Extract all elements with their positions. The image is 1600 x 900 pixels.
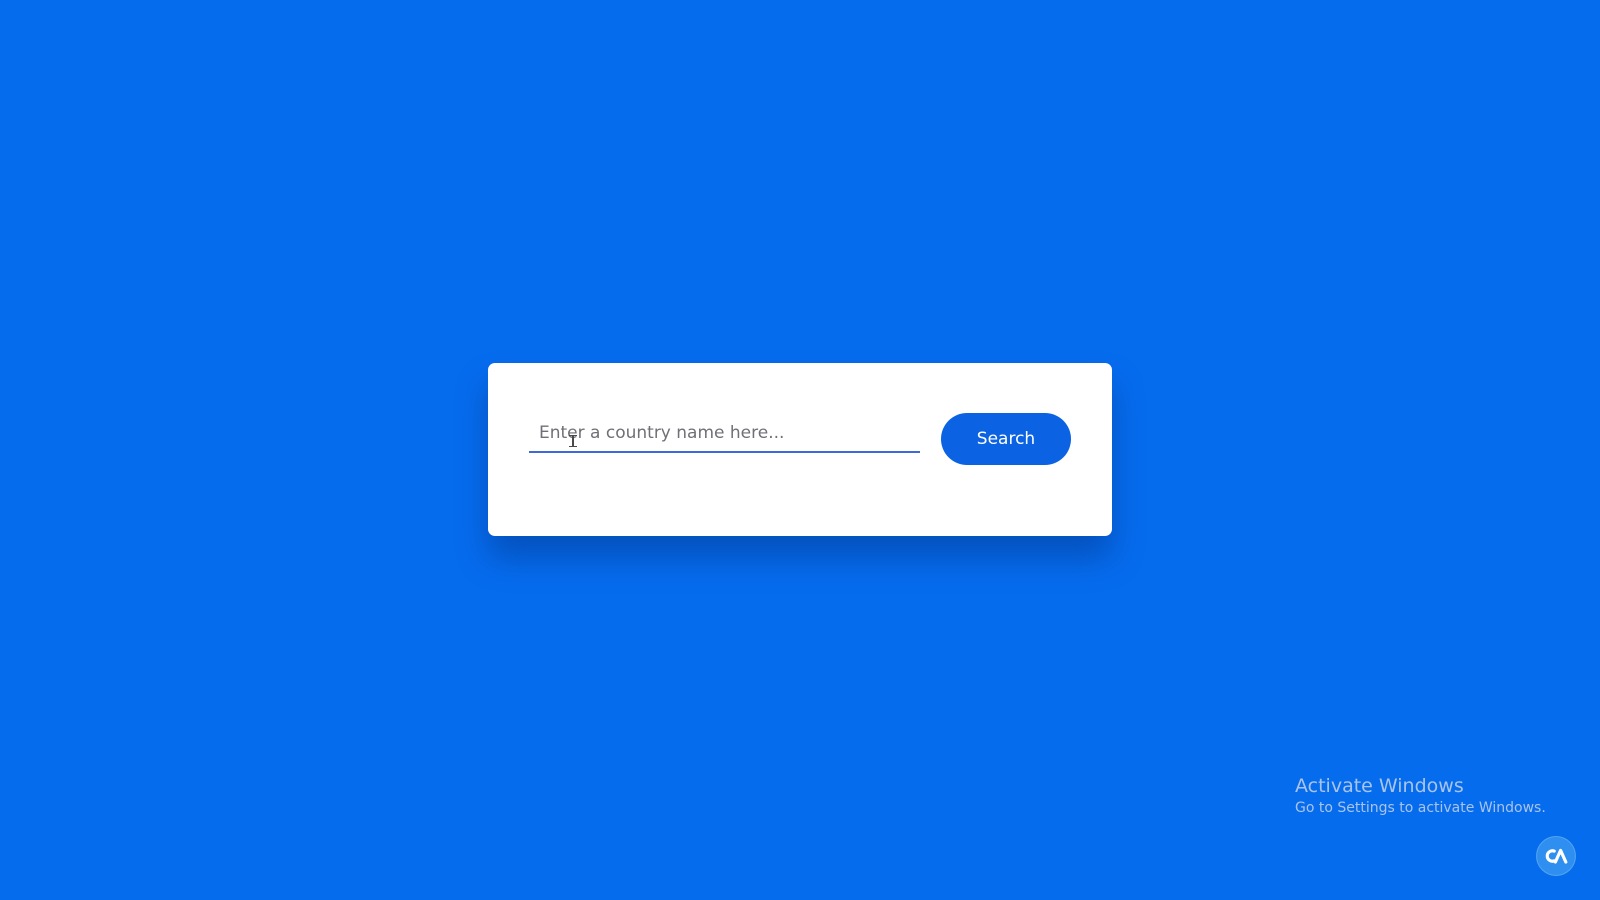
app-logo-icon <box>1545 848 1568 864</box>
windows-activation-watermark: Activate Windows Go to Settings to activ… <box>1295 774 1546 818</box>
search-card: Search <box>488 363 1112 536</box>
corner-app-button[interactable] <box>1536 836 1576 876</box>
country-search-input[interactable] <box>529 415 920 453</box>
search-button[interactable]: Search <box>941 413 1071 465</box>
watermark-title: Activate Windows <box>1295 775 1464 797</box>
watermark-subtitle: Go to Settings to activate Windows. <box>1295 800 1546 816</box>
